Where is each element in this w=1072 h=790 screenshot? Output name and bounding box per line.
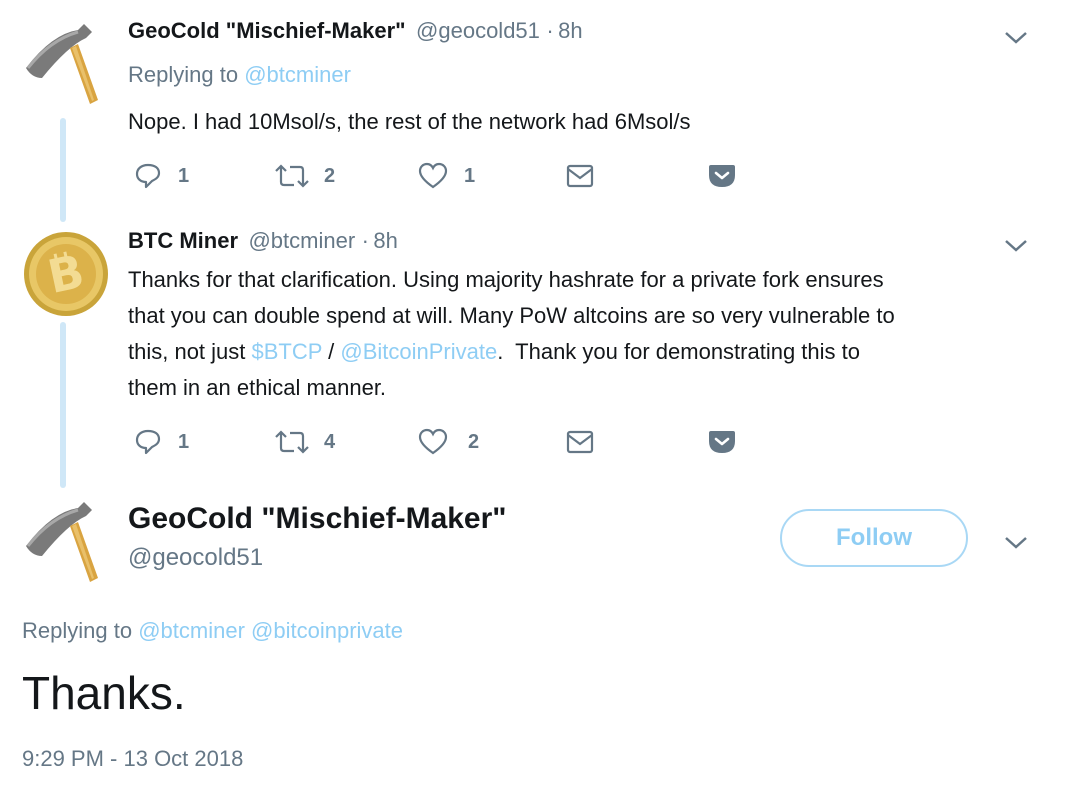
separator-dot: · xyxy=(546,18,554,43)
tweet-text: Nope. I had 10Msol/s, the rest of the ne… xyxy=(128,109,691,134)
pocket-icon[interactable] xyxy=(708,163,736,189)
heart-icon xyxy=(418,162,448,189)
author-handle[interactable]: @geocold51 xyxy=(128,544,263,572)
mention-link[interactable]: @BitcoinPrivate xyxy=(340,339,497,364)
author-handle[interactable]: @geocold51 xyxy=(416,18,540,43)
like-action[interactable]: 1 xyxy=(418,162,475,190)
bitcoin-icon: B xyxy=(24,232,108,316)
retweet-action[interactable]: 4 xyxy=(274,430,335,454)
replying-to-link[interactable]: @btcminer xyxy=(244,62,351,87)
separator-dot: · xyxy=(361,228,369,253)
text-line: Thanks for that clarification. Using maj… xyxy=(128,267,884,292)
text-line: that you can double spend at will. Many … xyxy=(128,303,895,328)
like-action[interactable]: 2 xyxy=(418,428,479,456)
tweet-time[interactable]: 8h xyxy=(373,228,397,253)
replying-to-label: Replying to xyxy=(128,62,239,87)
reply-count: 1 xyxy=(178,164,190,187)
retweet-icon xyxy=(275,430,309,454)
author-handle[interactable]: @btcminer xyxy=(248,228,355,253)
pocket-icon[interactable] xyxy=(708,429,736,455)
replying-to-label: Replying to xyxy=(22,618,133,643)
chevron-down-icon[interactable] xyxy=(1004,535,1028,551)
retweet-action[interactable]: 2 xyxy=(274,164,335,188)
reply-icon xyxy=(135,163,161,189)
follow-button[interactable]: Follow xyxy=(780,509,968,567)
chevron-down-icon[interactable] xyxy=(1004,30,1028,46)
text-line: this, not just $BTCP / @BitcoinPrivate. … xyxy=(128,334,895,370)
envelope-icon[interactable] xyxy=(566,430,594,454)
like-count: 2 xyxy=(468,430,480,453)
avatar[interactable]: B xyxy=(22,230,110,318)
chevron-down-icon[interactable] xyxy=(1004,238,1028,254)
thread-line-bottom xyxy=(60,322,66,488)
author-name[interactable]: GeoCold "Mischief-Maker" xyxy=(128,502,507,536)
reply-count: 1 xyxy=(178,430,190,453)
retweet-icon xyxy=(275,164,309,188)
text-fragment: / xyxy=(322,339,341,364)
avatar[interactable] xyxy=(22,20,102,104)
reply-action[interactable]: 1 xyxy=(134,428,189,456)
text-line: them in an ethical manner. xyxy=(128,375,387,400)
text-fragment: . Thank you for demonstrating this to xyxy=(497,339,861,364)
pickaxe-icon xyxy=(26,502,98,582)
tweet-timestamp[interactable]: 9:29 PM - 13 Oct 2018 xyxy=(22,746,243,772)
tweet-time[interactable]: 8h xyxy=(558,18,582,43)
reply-icon xyxy=(135,429,161,455)
like-count: 1 xyxy=(464,164,476,187)
retweet-count: 2 xyxy=(324,164,336,187)
avatar[interactable] xyxy=(22,498,102,582)
envelope-icon[interactable] xyxy=(566,164,594,188)
tweet-text: Thanks. xyxy=(22,667,186,719)
reply-action[interactable]: 1 xyxy=(134,162,189,190)
retweet-count: 4 xyxy=(324,430,336,453)
author-name[interactable]: GeoCold "Mischief-Maker" xyxy=(128,18,406,43)
replying-to-link[interactable]: @bitcoinprivate xyxy=(251,618,403,643)
text-fragment: this, not just xyxy=(128,339,252,364)
pickaxe-icon xyxy=(26,24,98,104)
tweet-text: Thanks for that clarification. Using maj… xyxy=(128,262,895,406)
author-name[interactable]: BTC Miner xyxy=(128,228,238,253)
cashtag-link[interactable]: $BTCP xyxy=(252,339,323,364)
replying-to-link[interactable]: @btcminer xyxy=(138,618,245,643)
thread-line-top xyxy=(60,118,66,222)
heart-icon xyxy=(418,428,448,455)
